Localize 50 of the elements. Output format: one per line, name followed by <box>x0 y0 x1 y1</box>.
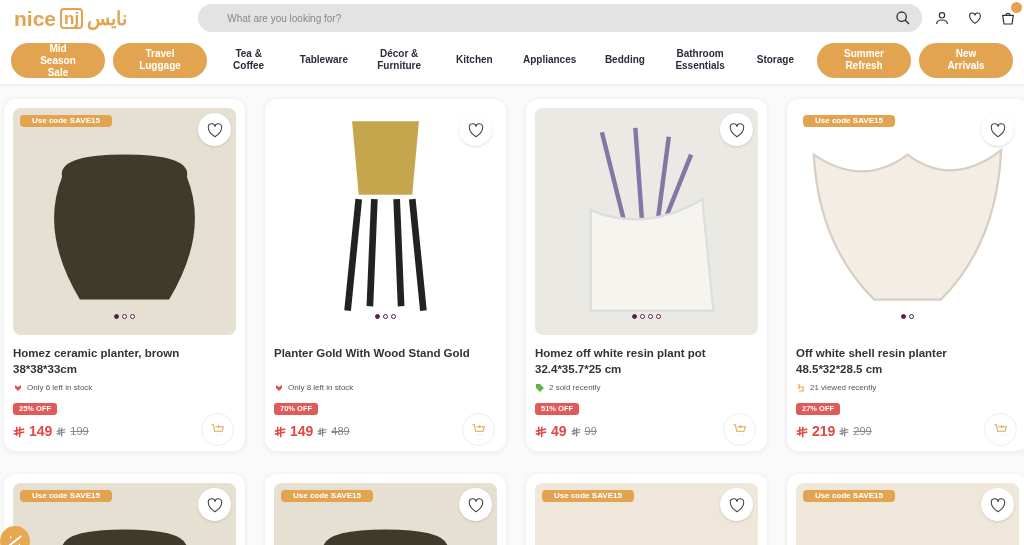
old-price: 489 <box>331 424 350 440</box>
riyal-icon <box>13 425 25 438</box>
product-note: 21 viewed recently <box>810 382 877 394</box>
product-title[interactable]: Off white shell resin planter 48.5*32*28.5 cm <box>796 345 1019 378</box>
old-price: 99 <box>584 424 597 440</box>
riyal-icon <box>796 425 808 438</box>
product-title[interactable]: Homez ceramic planter, brown 38*38*33cm <box>13 345 236 378</box>
promo-code-badge: Use code SAVE15 <box>542 490 634 502</box>
promo-code-badge: Use code SAVE15 <box>803 490 895 502</box>
product-note: Only 6 left in stock <box>27 382 93 394</box>
tag-icon <box>535 383 545 393</box>
nav-category-link[interactable]: Kitchen <box>440 54 508 66</box>
search-icon[interactable] <box>895 10 911 26</box>
user-icon[interactable] <box>934 10 950 26</box>
cart-badge <box>1011 2 1022 13</box>
riyal-icon <box>570 426 581 437</box>
product-title[interactable]: Planter Gold With Wood Stand Gold <box>274 345 497 378</box>
product-note: Only 8 left in stock <box>288 382 354 394</box>
logo-arabic-text: نايس <box>87 8 128 28</box>
product-price: 219 <box>812 422 836 441</box>
nav-category-link[interactable]: Bathroom Essentials <box>666 48 734 72</box>
riyal-icon <box>839 426 850 437</box>
shopping-bag-icon[interactable] <box>1000 10 1016 26</box>
nav-category-link[interactable]: Décor & Furniture <box>365 48 433 72</box>
heart-icon[interactable] <box>967 10 983 26</box>
old-price: 299 <box>853 424 872 440</box>
promo-code-badge: Use code SAVE15 <box>803 115 895 127</box>
promo-code-badge: Use code SAVE15 <box>20 115 112 127</box>
promo-code-badge: Use code SAVE15 <box>20 490 112 502</box>
product-price: 49 <box>551 422 567 441</box>
nav-category-link[interactable]: Tea & Coffee <box>215 48 283 72</box>
logo-text: nice <box>14 7 57 29</box>
search-field[interactable]: What are you looking for? <box>198 4 922 32</box>
old-price: 199 <box>70 424 89 440</box>
product-price: 149 <box>29 422 53 441</box>
nav-category-link[interactable]: Appliances <box>516 54 584 66</box>
product-price: 149 <box>290 422 314 441</box>
nav-category-link[interactable]: Bedding <box>591 54 659 66</box>
nav-category-link[interactable]: Tableware <box>290 54 358 66</box>
product-note: 2 sold recently <box>549 382 601 394</box>
nav-category-link[interactable]: Storage <box>741 54 809 66</box>
riyal-icon <box>535 425 547 438</box>
riyal-icon <box>317 426 328 437</box>
riyal-icon <box>274 425 286 438</box>
flame-icon <box>274 383 284 393</box>
logo-mark: nj <box>60 7 84 29</box>
flame-icon <box>13 383 23 393</box>
product-title[interactable]: Homez off white resin plant pot 32.4*35.7*25 cm <box>535 345 758 378</box>
promo-code-badge: Use code SAVE15 <box>281 490 373 502</box>
riyal-icon <box>56 426 67 437</box>
